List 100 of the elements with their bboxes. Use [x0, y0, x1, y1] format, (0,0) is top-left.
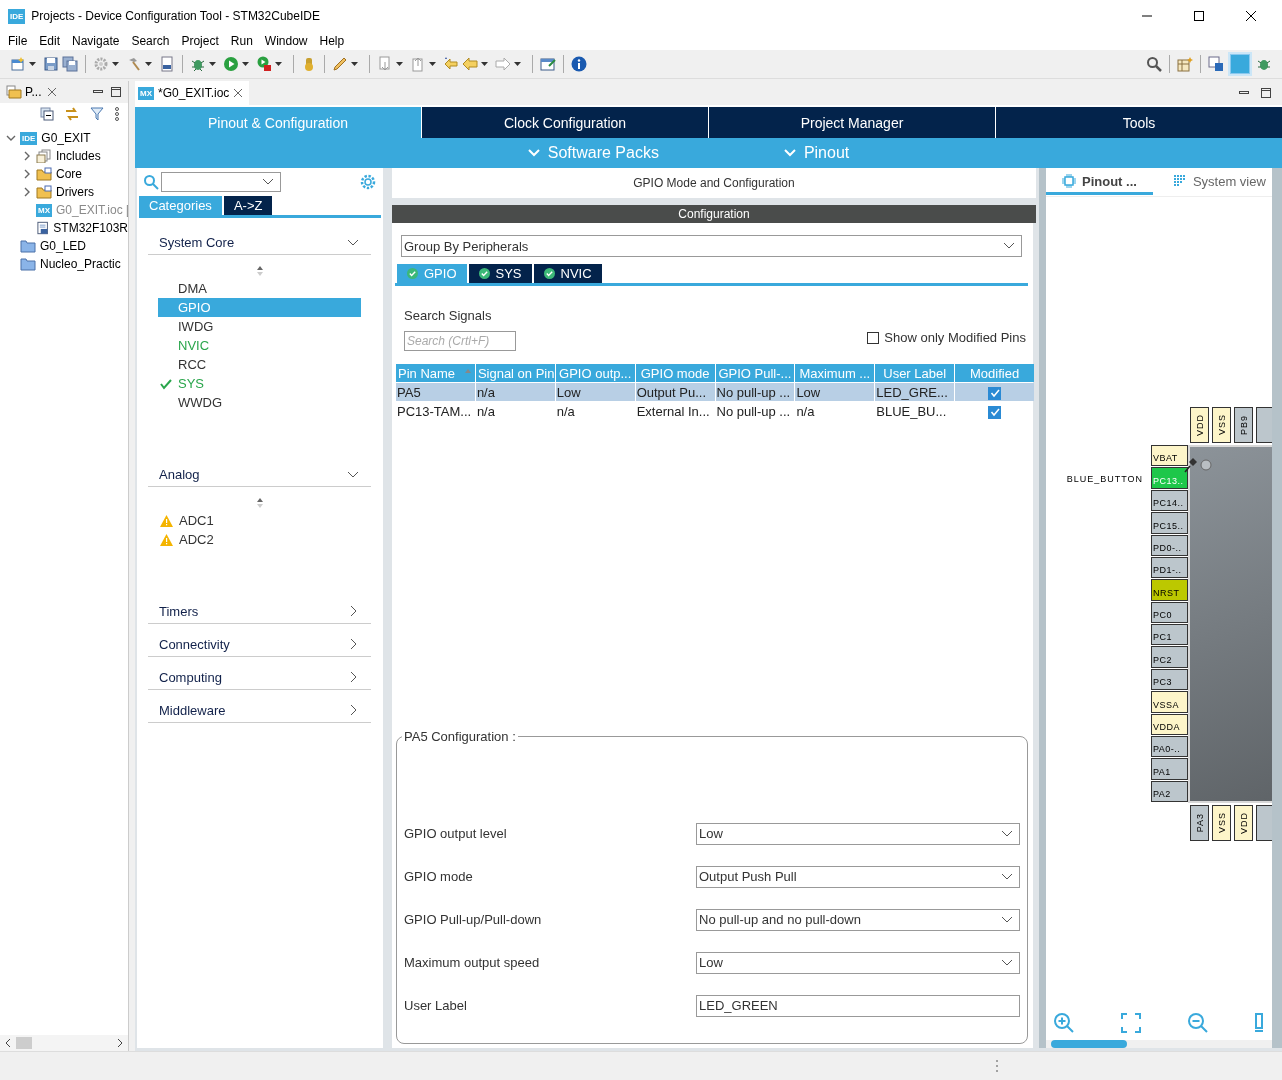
text-field[interactable]: LED_GREEN [696, 994, 1020, 1017]
collapsed-chevron-icon[interactable] [22, 151, 32, 161]
category-item[interactable]: ADC2 [158, 530, 361, 549]
scrollbar-thumb[interactable] [1051, 1040, 1127, 1048]
run-config-icon[interactable] [256, 56, 272, 72]
category-item[interactable]: WWDG [158, 393, 361, 412]
menu-item[interactable]: Help [319, 34, 352, 48]
view-tab[interactable]: System view [1156, 169, 1272, 195]
new-file-icon[interactable] [10, 56, 26, 72]
save-icon[interactable] [43, 56, 59, 72]
chip-pin[interactable] [1256, 805, 1272, 841]
caret-icon[interactable] [351, 62, 358, 66]
chip-pin[interactable]: VSS [1212, 805, 1231, 841]
chip-pin[interactable]: PC2 [1151, 646, 1188, 668]
view-tab[interactable]: Pinout ... [1046, 169, 1153, 195]
filter-icon[interactable] [90, 107, 104, 121]
collapsed-chevron-icon[interactable] [22, 187, 32, 197]
search-combo-field[interactable] [161, 172, 281, 192]
scrollbar-thumb[interactable] [16, 1037, 32, 1049]
category-item[interactable]: RCC [158, 355, 361, 374]
view-menu-icon[interactable] [114, 107, 120, 121]
category-item[interactable]: IWDG [158, 317, 361, 336]
sort-icon[interactable] [255, 265, 264, 277]
chip-pin[interactable]: NRST [1151, 579, 1188, 601]
checkbox[interactable] [988, 405, 1002, 419]
perspective-icon[interactable] [1177, 56, 1193, 72]
fit-screen-icon[interactable] [1120, 1012, 1142, 1034]
dropdown-field[interactable]: Low [696, 822, 1020, 845]
menu-item[interactable]: Run [230, 34, 260, 48]
chip-pin[interactable]: PA2 [1151, 780, 1188, 802]
category-header[interactable]: Computing [148, 665, 371, 690]
open-window-icon[interactable] [540, 56, 556, 72]
caret-icon[interactable] [112, 62, 119, 66]
menu-item[interactable]: Window [264, 34, 315, 48]
category-header[interactable]: System Core [148, 230, 371, 255]
maximize-icon[interactable] [110, 86, 122, 98]
category-item[interactable]: ADC1 [158, 511, 361, 530]
caret-icon[interactable] [29, 62, 36, 66]
dropdown-field[interactable]: No pull-up and no pull-down [696, 908, 1020, 931]
menu-item[interactable]: Edit [39, 34, 68, 48]
chip-pin[interactable]: VDD [1190, 407, 1209, 443]
caret-icon[interactable] [242, 62, 249, 66]
chip-pin[interactable]: PC1 [1151, 624, 1188, 646]
zoom-out-icon[interactable] [1187, 1012, 1209, 1034]
chip-pin[interactable]: PC3 [1151, 668, 1188, 691]
vertical-scrollbar[interactable] [1272, 168, 1282, 1048]
tree-item[interactable]: Drivers [56, 185, 94, 199]
caret-icon[interactable] [275, 62, 282, 66]
chip-pin[interactable]: PB9 [1234, 407, 1253, 443]
menu-item[interactable]: Search [131, 34, 177, 48]
search-icon[interactable] [1146, 56, 1162, 72]
chip-pin[interactable]: VSS [1212, 407, 1231, 443]
info-icon[interactable] [571, 56, 587, 72]
zoom-in-icon[interactable] [1053, 1012, 1075, 1034]
group-select[interactable]: Group By Peripherals [401, 235, 1022, 257]
nav-tab[interactable]: Project Manager [708, 107, 995, 138]
editor-tab[interactable]: MX *G0_EXIT.ioc [135, 81, 250, 105]
maximize-icon[interactable] [1260, 87, 1272, 99]
category-header[interactable]: Timers [148, 599, 371, 624]
peripheral-tab[interactable]: SYS [468, 264, 532, 283]
dropdown-field[interactable]: Output Push Pull [696, 865, 1020, 888]
drag-handle-icon[interactable] [995, 1059, 999, 1073]
category-item[interactable]: DMA [158, 279, 361, 298]
scroll-left-icon[interactable] [4, 1038, 12, 1048]
close-icon[interactable] [1245, 10, 1257, 22]
tree-item[interactable]: Includes [56, 149, 101, 163]
expanded-chevron-icon[interactable] [6, 133, 16, 143]
nav-tab[interactable]: Tools [995, 107, 1282, 138]
caret-icon[interactable] [429, 62, 436, 66]
category-header[interactable]: Connectivity [148, 632, 371, 657]
chip-pin[interactable]: PD0-.. [1151, 534, 1188, 556]
chip-pin[interactable]: VDDA [1151, 713, 1188, 735]
chip-pin[interactable]: PD1-.. [1151, 556, 1188, 579]
tree-item[interactable]: STM32F103R [53, 221, 128, 235]
scroll-right-icon[interactable] [116, 1038, 124, 1048]
last-edit-icon[interactable] [443, 56, 459, 72]
collapse-all-icon[interactable] [40, 107, 54, 121]
c-perspective-icon[interactable] [1208, 56, 1224, 72]
chip-pin[interactable]: PA0-.. [1151, 735, 1188, 758]
settings-icon[interactable] [359, 173, 377, 191]
tree-item[interactable]: G0_EXIT [41, 131, 91, 145]
caret-icon[interactable] [514, 62, 521, 66]
chip-pin[interactable]: VSSA [1151, 691, 1188, 713]
tree-item[interactable]: G0_LED [40, 239, 87, 253]
chip-pin[interactable]: PA1 [1151, 758, 1188, 780]
export-icon[interactable] [1254, 1012, 1264, 1034]
caret-icon[interactable] [145, 62, 152, 66]
category-tab[interactable]: A->Z [223, 196, 273, 215]
checkbox[interactable] [988, 386, 1002, 400]
chip-pin[interactable]: PC15.. [1151, 512, 1188, 534]
caret-icon[interactable] [481, 62, 488, 66]
link-icon[interactable] [64, 107, 80, 121]
tree-item[interactable]: Nucleo_Practic [40, 257, 121, 271]
peripheral-tab[interactable]: NVIC [533, 264, 602, 283]
sort-icon[interactable] [255, 497, 264, 509]
category-header[interactable]: Middleware [148, 698, 371, 723]
search-field[interactable]: Search (Crtl+F) [404, 331, 516, 351]
chip-pin[interactable]: VDD [1234, 805, 1253, 841]
category-header[interactable]: Analog [148, 462, 371, 487]
explorer-tab[interactable]: P... [6, 85, 42, 99]
